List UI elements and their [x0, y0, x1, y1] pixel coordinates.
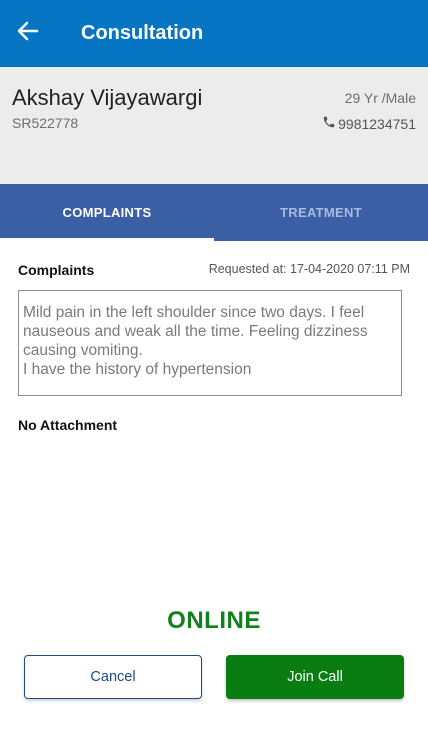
- back-button[interactable]: [0, 0, 56, 67]
- phone-icon: [322, 115, 336, 132]
- patient-id: SR522778: [12, 115, 79, 131]
- patient-info-card: Akshay Vijayawargi SR522778 29 Yr /Male …: [0, 67, 428, 184]
- attachment-status: No Attachment: [18, 417, 118, 433]
- tab-treatment[interactable]: TREATMENT: [214, 184, 428, 241]
- patient-phone-number: 9981234751: [338, 115, 416, 132]
- patient-phone[interactable]: 9981234751: [322, 115, 416, 132]
- app-bar: Consultation: [0, 0, 428, 67]
- status-indicator: ONLINE: [167, 607, 261, 634]
- requested-at: Requested at: 17-04-2020 07:11 PM: [208, 262, 410, 276]
- patient-name: Akshay Vijayawargi: [12, 85, 203, 110]
- arrow-left-icon: [17, 20, 39, 47]
- page-title: Consultation: [81, 22, 204, 44]
- tab-complaints[interactable]: COMPLAINTS: [0, 184, 214, 241]
- patient-age-gender: 29 Yr /Male: [344, 90, 416, 106]
- tab-bar: COMPLAINTS TREATMENT: [0, 184, 428, 241]
- cancel-button[interactable]: Cancel: [24, 655, 202, 699]
- join-call-button[interactable]: Join Call: [226, 655, 404, 699]
- complaints-text: Mild pain in the left shoulder since two…: [18, 290, 402, 396]
- complaints-heading: Complaints: [18, 262, 95, 278]
